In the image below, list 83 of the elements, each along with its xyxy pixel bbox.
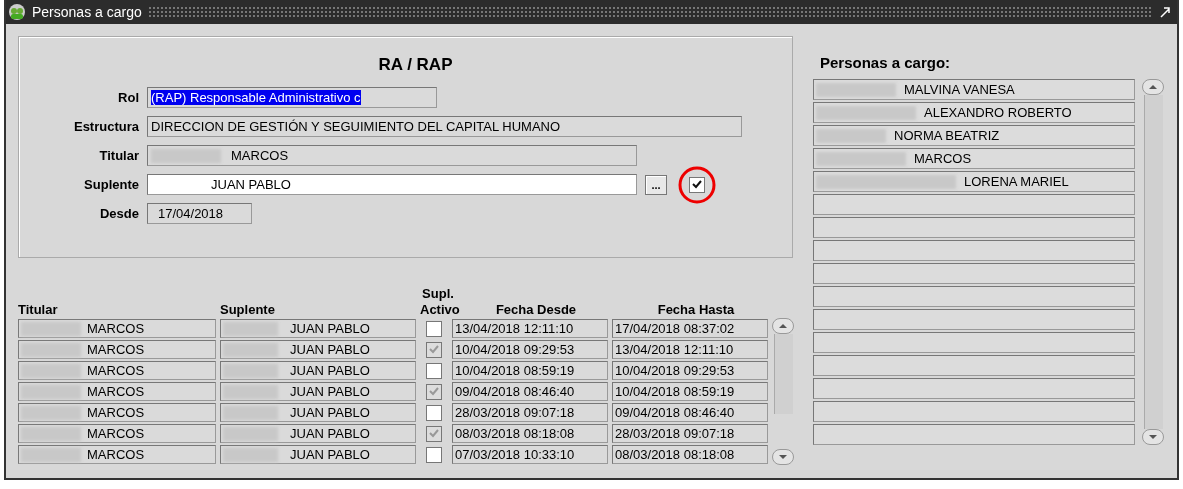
scrollbar[interactable] bbox=[1142, 79, 1164, 445]
up-arrow-icon bbox=[778, 323, 788, 329]
field-label: Rol bbox=[117, 90, 139, 105]
table-cell: 17/04/2018 08:37:02 bbox=[612, 319, 768, 338]
field-label: Estructura bbox=[72, 119, 139, 134]
maximize-icon[interactable] bbox=[1159, 6, 1171, 18]
list-item[interactable]: NORMA BEATRIZ bbox=[813, 125, 1135, 146]
table-cell: JUAN PABLO bbox=[220, 403, 416, 422]
table-cell: MARCOS bbox=[18, 340, 216, 359]
empty-list-row[interactable] bbox=[813, 240, 1135, 261]
column-header: Fecha Desde bbox=[494, 302, 578, 318]
input-field[interactable]: (RAP) Responsable Administrativo c bbox=[147, 87, 437, 108]
table-cell: 28/03/2018 09:07:18 bbox=[612, 424, 768, 443]
column-header: Suplente bbox=[220, 302, 276, 318]
checkbox[interactable] bbox=[689, 176, 705, 193]
check-icon bbox=[692, 180, 702, 189]
input-field[interactable]: 17/04/2018 bbox=[147, 203, 252, 224]
table-cell: MARCOS bbox=[18, 382, 216, 401]
table-cell: 08/03/2018 08:18:08 bbox=[452, 424, 608, 443]
down-arrow-icon bbox=[778, 454, 788, 460]
table-cell: JUAN PABLO bbox=[220, 340, 416, 359]
field-label: Desde bbox=[98, 206, 139, 221]
table-cell: 10/04/2018 08:59:19 bbox=[452, 361, 608, 380]
table-cell: MARCOS bbox=[18, 361, 216, 380]
table-cell: JUAN PABLO bbox=[220, 382, 416, 401]
empty-list-row[interactable] bbox=[813, 194, 1135, 215]
table-cell: MARCOS bbox=[18, 424, 216, 443]
table-cell: 10/04/2018 08:59:19 bbox=[612, 382, 768, 401]
table-cell: MARCOS bbox=[18, 403, 216, 422]
checkbox[interactable] bbox=[426, 362, 442, 379]
table-cell: 09/04/2018 08:46:40 bbox=[612, 403, 768, 422]
lookup-button[interactable]: ... bbox=[645, 174, 667, 195]
list-item[interactable]: MALVINA VANESA bbox=[813, 79, 1135, 100]
people-icon bbox=[8, 3, 26, 21]
highlight-circle bbox=[677, 164, 717, 205]
checkbox[interactable] bbox=[426, 320, 442, 337]
down-arrow-icon bbox=[1148, 434, 1158, 440]
table-cell: 10/04/2018 09:29:53 bbox=[612, 361, 768, 380]
empty-list-row[interactable] bbox=[813, 309, 1135, 330]
table-cell: JUAN PABLO bbox=[220, 424, 416, 443]
list-item[interactable]: ALEXANDRO ROBERTO bbox=[813, 102, 1135, 123]
scrollbar[interactable] bbox=[772, 318, 794, 465]
table-cell: 09/04/2018 08:46:40 bbox=[452, 382, 608, 401]
table-cell: 08/03/2018 08:18:08 bbox=[612, 445, 768, 464]
checkbox[interactable] bbox=[426, 341, 442, 358]
list-item[interactable]: MARCOS bbox=[813, 148, 1135, 169]
checkbox[interactable] bbox=[426, 404, 442, 421]
column-header: Fecha Hasta bbox=[656, 302, 736, 318]
column-header: Titular bbox=[18, 302, 59, 318]
table-cell: JUAN PABLO bbox=[220, 319, 416, 338]
empty-list-row[interactable] bbox=[813, 286, 1135, 307]
table-cell: 13/04/2018 12:11:10 bbox=[612, 340, 768, 359]
checkbox[interactable] bbox=[426, 446, 442, 463]
field-label: Titular bbox=[98, 148, 139, 163]
list-item[interactable]: LORENA MARIEL bbox=[813, 171, 1135, 192]
table-cell: JUAN PABLO bbox=[220, 361, 416, 380]
empty-list-row[interactable] bbox=[813, 355, 1135, 376]
table-cell: 10/04/2018 09:29:53 bbox=[452, 340, 608, 359]
empty-list-row[interactable] bbox=[813, 332, 1135, 353]
list-title: Personas a cargo: bbox=[819, 54, 952, 71]
input-field[interactable]: DIRECCION DE GESTIÓN Y SEGUIMIENTO DEL CAPITAL HUMANO bbox=[147, 116, 742, 137]
empty-list-row[interactable] bbox=[813, 401, 1135, 422]
table-cell: 13/04/2018 12:11:10 bbox=[452, 319, 608, 338]
empty-list-row[interactable] bbox=[813, 217, 1135, 238]
input-field[interactable]: JUAN PABLO bbox=[147, 174, 637, 195]
empty-list-row[interactable] bbox=[813, 378, 1135, 399]
check-icon bbox=[429, 345, 439, 354]
input-field[interactable]: MARCOS bbox=[147, 145, 637, 166]
check-icon bbox=[429, 429, 439, 438]
up-arrow-icon bbox=[1148, 84, 1158, 90]
empty-list-row[interactable] bbox=[813, 424, 1135, 445]
checkbox[interactable] bbox=[426, 383, 442, 400]
check-icon bbox=[429, 387, 439, 396]
checkbox[interactable] bbox=[426, 425, 442, 442]
table-cell: MARCOS bbox=[18, 445, 216, 464]
table-cell: 07/03/2018 10:33:10 bbox=[452, 445, 608, 464]
form-heading: RA / RAP bbox=[377, 55, 454, 75]
table-cell: JUAN PABLO bbox=[220, 445, 416, 464]
empty-list-row[interactable] bbox=[813, 263, 1135, 284]
table-cell: 28/03/2018 09:07:18 bbox=[452, 403, 608, 422]
table-cell: MARCOS bbox=[18, 319, 216, 338]
window-title: Personas a cargo bbox=[32, 4, 142, 20]
field-label: Suplente bbox=[83, 177, 139, 192]
